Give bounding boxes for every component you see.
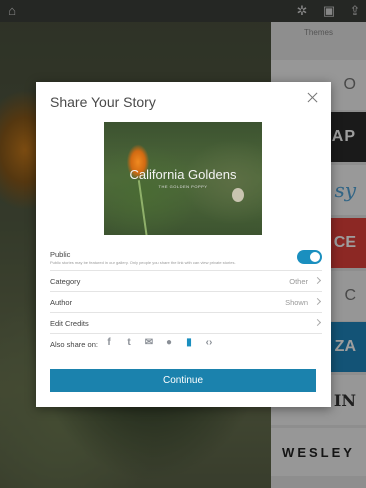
chevron-right-icon [313, 318, 322, 327]
public-description: Public stories may be featured in our ga… [50, 260, 236, 265]
story-cover-image: California Goldens THE GOLDEN POPPY [104, 122, 262, 235]
close-icon[interactable] [305, 90, 321, 106]
facebook-icon[interactable]: f [103, 337, 115, 349]
category-row[interactable]: Category Other [50, 271, 322, 292]
author-value: Shown [285, 298, 308, 307]
toggle-knob [310, 252, 320, 262]
edit-credits-label: Edit Credits [50, 319, 89, 328]
dialog-title: Share Your Story [50, 94, 156, 110]
cover-title: California Goldens [129, 167, 237, 182]
share-story-dialog: Share Your Story California Goldens THE … [36, 82, 331, 407]
public-label: Public [50, 250, 71, 259]
share-icons: f t ✉ ● ▮ ‹› [103, 337, 215, 349]
clipboard-icon[interactable]: ▮ [183, 337, 195, 349]
twitter-icon[interactable]: t [123, 337, 135, 349]
public-setting-row: Public Public stories may be featured in… [50, 248, 322, 271]
chevron-right-icon [313, 276, 322, 285]
category-label: Category [50, 277, 81, 286]
category-value: Other [289, 277, 308, 286]
cover-subtitle: THE GOLDEN POPPY [158, 184, 208, 189]
flower-bud [232, 188, 244, 202]
email-icon[interactable]: ✉ [143, 337, 155, 349]
public-toggle[interactable] [297, 250, 322, 264]
author-row[interactable]: Author Shown [50, 292, 322, 313]
edit-credits-row[interactable]: Edit Credits [50, 313, 322, 334]
continue-button[interactable]: Continue [50, 369, 316, 392]
chevron-right-icon [313, 297, 322, 306]
embed-icon[interactable]: ‹› [203, 337, 215, 349]
also-share-row: Also share on: f t ✉ ● ▮ ‹› [50, 337, 322, 351]
message-icon[interactable]: ● [163, 337, 175, 349]
author-label: Author [50, 298, 73, 307]
also-share-label: Also share on: [50, 340, 98, 349]
